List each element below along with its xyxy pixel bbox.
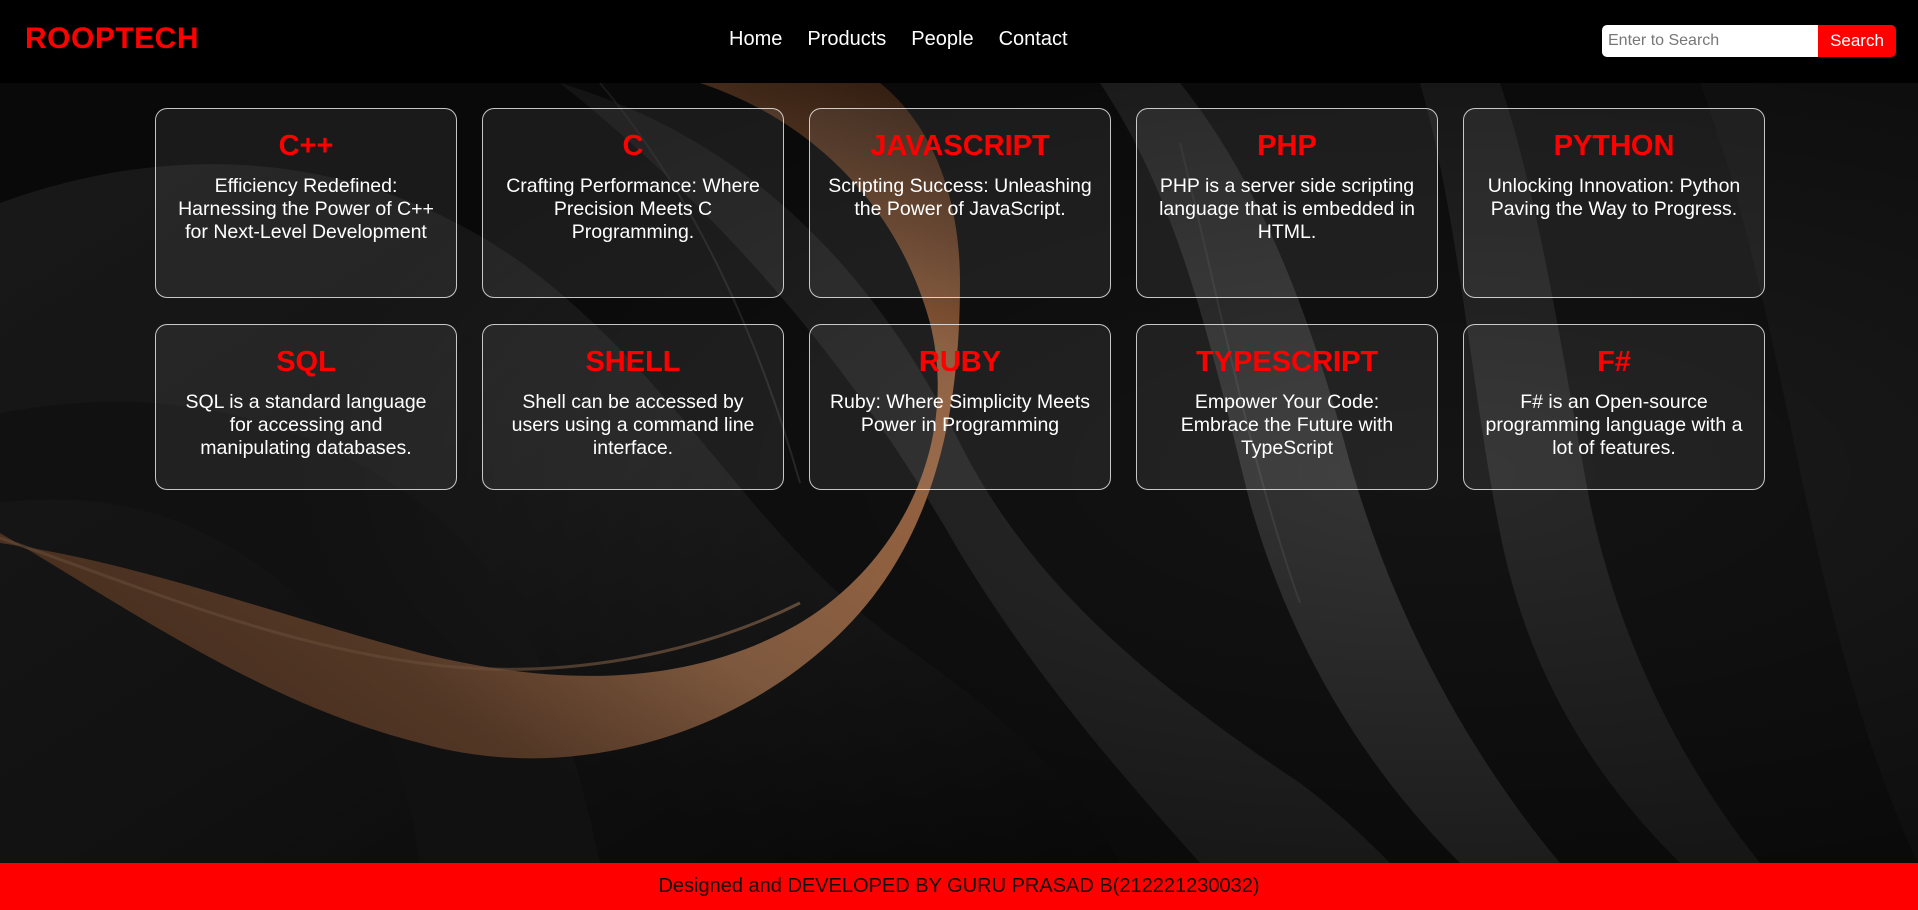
card-title: SHELL bbox=[585, 346, 681, 378]
card-description: Shell can be accessed by users using a c… bbox=[511, 390, 755, 459]
card-shell[interactable]: SHELL Shell can be accessed by users usi… bbox=[482, 324, 784, 490]
navbar: ROOPTECH Home Products People Contact Se… bbox=[0, 0, 1918, 83]
card-description: PHP is a server side scripting language … bbox=[1159, 174, 1415, 243]
card-description: F# is an Open-source programming languag… bbox=[1485, 390, 1743, 459]
card-typescript[interactable]: TYPESCRIPT Empower Your Code: Embrace th… bbox=[1136, 324, 1438, 490]
nav-products-link[interactable]: Products bbox=[807, 28, 886, 51]
card-title: F# bbox=[1597, 346, 1631, 378]
card-fsharp[interactable]: F# F# is an Open-source programming lang… bbox=[1463, 324, 1765, 490]
card-description: Efficiency Redefined: Harnessing the Pow… bbox=[178, 174, 434, 243]
nav-home-link[interactable]: Home bbox=[729, 28, 782, 51]
card-title: RUBY bbox=[918, 346, 1002, 378]
card-title: PHP bbox=[1257, 130, 1317, 162]
card-title: C bbox=[622, 130, 644, 162]
card-cpp[interactable]: C++ Efficiency Redefined: Harnessing the… bbox=[155, 108, 457, 298]
footer-credit: Designed and DEVELOPED BY GURU PRASAD B(… bbox=[658, 875, 1260, 897]
card-description: Ruby: Where Simplicity Meets Power in Pr… bbox=[829, 390, 1091, 436]
footer: Designed and DEVELOPED BY GURU PRASAD B(… bbox=[0, 863, 1918, 910]
card-title: SQL bbox=[276, 346, 336, 378]
card-ruby[interactable]: RUBY Ruby: Where Simplicity Meets Power … bbox=[809, 324, 1111, 490]
card-description: Scripting Success: Unleashing the Power … bbox=[828, 174, 1092, 220]
card-description: Empower Your Code: Embrace the Future wi… bbox=[1180, 390, 1394, 459]
card-description: SQL is a standard language for accessing… bbox=[185, 390, 427, 459]
card-title: JAVASCRIPT bbox=[870, 130, 1050, 162]
card-c[interactable]: C Crafting Performance: Where Precision … bbox=[482, 108, 784, 298]
search-button[interactable]: Search bbox=[1818, 25, 1896, 57]
brand-logo[interactable]: ROOPTECH bbox=[25, 22, 199, 56]
card-php[interactable]: PHP PHP is a server side scripting langu… bbox=[1136, 108, 1438, 298]
card-title: TYPESCRIPT bbox=[1195, 346, 1379, 378]
nav-people-link[interactable]: People bbox=[911, 28, 973, 51]
card-description: Unlocking Innovation: Python Paving the … bbox=[1487, 174, 1741, 220]
search-form: Search bbox=[1602, 25, 1896, 57]
nav-contact-link[interactable]: Contact bbox=[999, 28, 1068, 51]
card-title: C++ bbox=[278, 130, 334, 162]
language-cards-grid: C++ Efficiency Redefined: Harnessing the… bbox=[155, 108, 1767, 490]
main-nav: Home Products People Contact bbox=[729, 28, 1068, 51]
card-python[interactable]: PYTHON Unlocking Innovation: Python Pavi… bbox=[1463, 108, 1765, 298]
search-input[interactable] bbox=[1602, 25, 1818, 57]
card-javascript[interactable]: JAVASCRIPT Scripting Success: Unleashing… bbox=[809, 108, 1111, 298]
card-title: PYTHON bbox=[1553, 130, 1675, 162]
card-description: Crafting Performance: Where Precision Me… bbox=[506, 174, 760, 243]
card-sql[interactable]: SQL SQL is a standard language for acces… bbox=[155, 324, 457, 490]
